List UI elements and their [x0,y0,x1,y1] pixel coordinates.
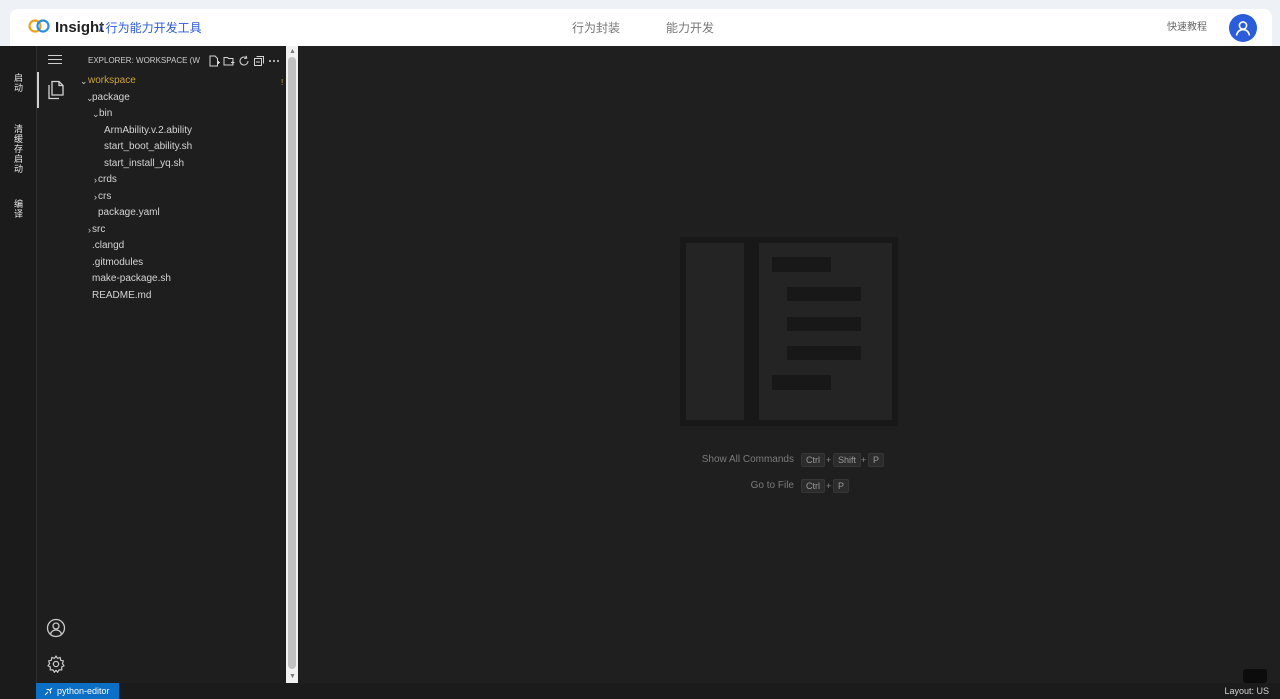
settings-gear-icon[interactable] [45,653,67,675]
tree-item-make-package[interactable]: make-package.sh [74,271,286,288]
activity-bar [36,46,74,683]
file-tree: ⌄ workspace ! ⌄ package ⌄ bin ArmAbility… [74,73,286,304]
compile-button[interactable]: 编译 [13,199,24,219]
tree-item-package-yaml[interactable]: package.yaml [74,205,286,222]
key-ctrl: Ctrl [801,479,825,493]
new-file-icon[interactable] [208,55,220,67]
tree-item-label: ArmAbility.v.2.ability [104,124,192,136]
tree-item-label: package [92,91,130,103]
app-subtitle: / 行为能力开发工具 [99,21,202,35]
tree-item-label: crs [98,190,112,202]
key-p: P [868,453,885,467]
tree-item-start-install[interactable]: start_install_yq.sh [74,156,286,173]
sidebar-scrollbar[interactable]: ▲ ▼ [286,46,298,683]
tree-item-label: package.yaml [98,207,160,218]
tree-item-crs[interactable]: › crs [74,189,286,206]
scroll-up-arrow-icon[interactable]: ▲ [289,48,296,56]
tree-item-readme[interactable]: README.md [74,288,286,305]
explorer-icon[interactable] [45,79,67,101]
launch-strip: 启动 清缓存启动 编译 [0,46,36,683]
user-avatar[interactable] [1229,14,1257,42]
scroll-down-arrow-icon[interactable]: ▼ [289,673,296,681]
collapse-all-icon[interactable] [253,55,265,67]
editor-watermark-icon [680,237,898,426]
editor-area: Show All Commands Ctrl + Shift + P Go to… [298,46,1280,683]
new-folder-icon[interactable] [223,55,235,67]
more-icon[interactable] [268,55,280,67]
tree-item-bin[interactable]: ⌄ bin [74,106,286,123]
quick-guide-link[interactable]: 快速教程 [1167,21,1207,35]
top-header: Insight / 行为能力开发工具 行为封装 能力开发 快速教程 [0,0,1280,46]
key-shift: Shift [833,453,862,467]
keyboard-layout-status[interactable]: Layout: US [1224,685,1269,697]
explorer-sidebar: EXPLORER: WORKSPACE (W... ⌄ workspace ! … [48,46,286,683]
tree-item-label: workspace [88,75,136,86]
tree-item-gitmodules[interactable]: .gitmodules [74,255,286,272]
active-indicator [37,72,39,108]
user-icon [1235,21,1251,36]
shortcut-label: Show All Commands [701,454,794,465]
key-p: P [833,479,850,493]
tree-item-label: make-package.sh [92,273,171,284]
explorer-toolbar [208,55,280,67]
tree-item-armability[interactable]: ArmAbility.v.2.ability [74,123,286,140]
tree-item-label: bin [99,108,113,119]
tree-item-workspace[interactable]: ⌄ workspace ! [74,73,286,90]
status-bar: python-editor Layout: US [0,683,1280,699]
tree-item-label: start_install_yq.sh [104,157,185,169]
tree-item-label: .gitmodules [92,256,144,268]
insight-logo-icon [28,19,50,33]
header-bar: Insight / 行为能力开发工具 行为封装 能力开发 快速教程 [10,9,1272,46]
shortcut-label: Go to File [750,480,794,491]
remote-label: python-editor [57,686,110,696]
tree-item-clangd[interactable]: .clangd [74,238,286,255]
tree-item-label: crds [98,174,117,185]
clear-cache-start-button[interactable]: 清缓存启动 [13,124,24,174]
start-button[interactable]: 启动 [13,73,24,93]
tree-item-label: .clangd [92,240,125,251]
refresh-icon[interactable] [238,55,250,67]
explorer-title: EXPLORER: WORKSPACE (W... [88,56,200,65]
nav-behavior-package[interactable]: 行为封装 [572,20,620,36]
nav-ability-development[interactable]: 能力开发 [666,20,714,36]
remote-indicator[interactable]: python-editor [36,683,119,699]
scrollbar-thumb[interactable] [288,57,296,669]
key-ctrl: Ctrl [801,453,825,467]
plus-separator: + [861,455,867,465]
tree-item-src[interactable]: › src [74,222,286,239]
shortcut-show-all-commands: Show All Commands Ctrl + Shift + P [298,453,1280,467]
tree-item-crds[interactable]: › crds [74,172,286,189]
plus-separator: + [826,455,832,465]
notification-widget[interactable] [1243,669,1267,683]
shortcut-go-to-file: Go to File Ctrl + P [298,479,1280,493]
app-name: Insight [55,19,105,36]
tree-item-label: start_boot_ability.sh [104,141,193,152]
tree-item-label: README.md [92,289,152,301]
plus-separator: + [826,481,832,491]
tree-item-package[interactable]: ⌄ package [74,90,286,107]
tree-item-start-boot[interactable]: start_boot_ability.sh [74,139,286,156]
menu-icon[interactable] [48,55,62,65]
account-icon[interactable] [45,617,67,639]
remote-connection-icon [44,687,53,695]
tree-item-label: src [92,223,106,235]
chevron-down-icon: ⌄ [80,76,88,86]
